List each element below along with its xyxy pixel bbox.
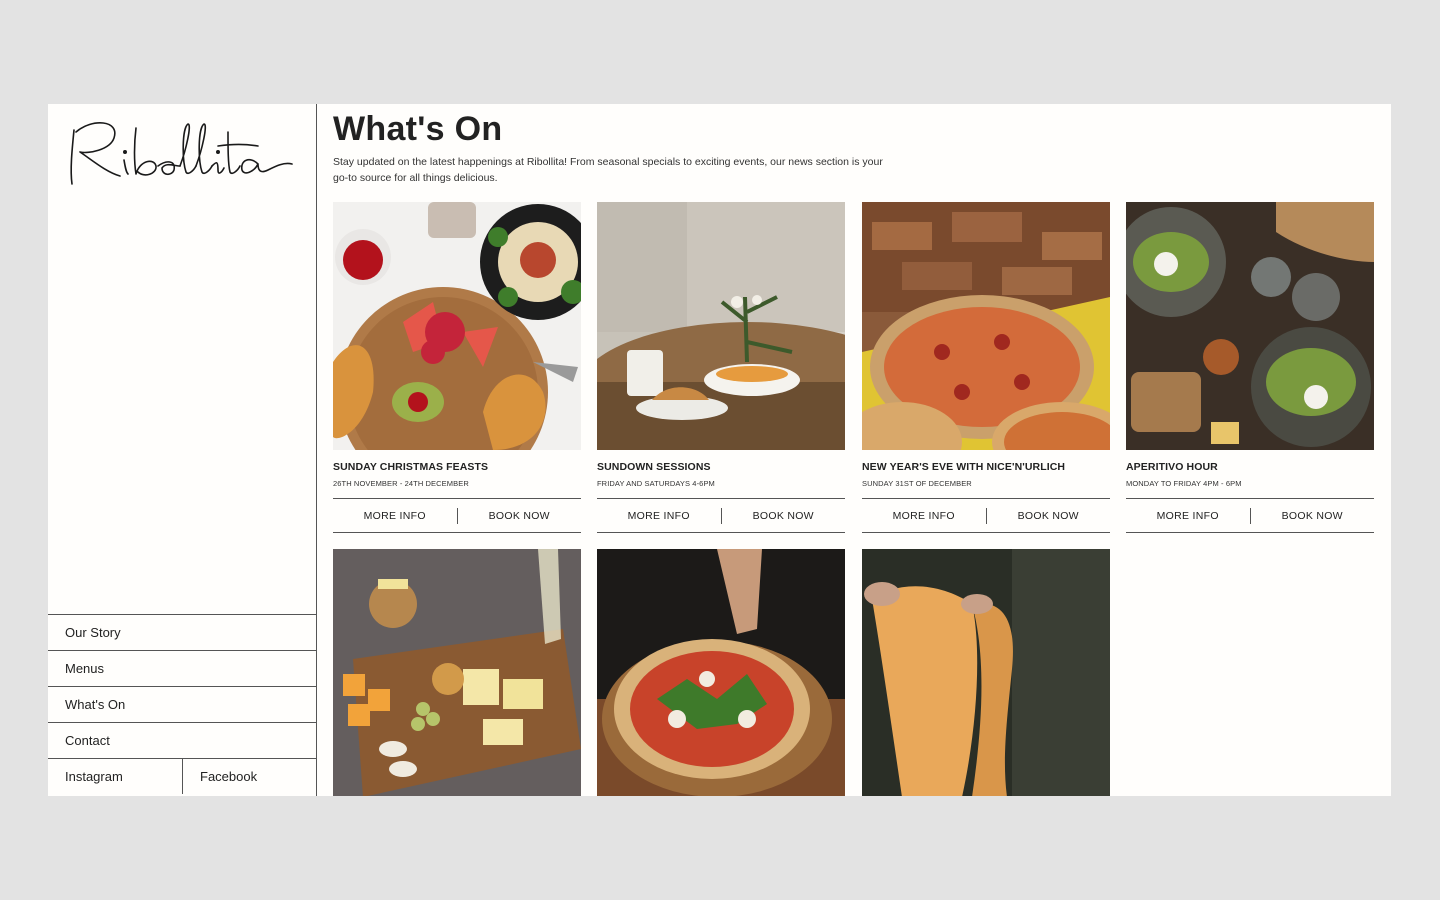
event-image-breakfast[interactable] [333, 202, 581, 450]
page-title: What's On [333, 110, 503, 148]
main-content: What's On Stay updated on the latest hap… [333, 104, 1383, 796]
sidebar: Our Story Menus What's On Contact Instag… [48, 104, 317, 796]
gallery-image-cheese[interactable] [333, 549, 581, 796]
social-links: Instagram Facebook [48, 758, 316, 794]
event-date: 26TH NOVEMBER - 24TH DECEMBER [333, 479, 469, 488]
event-card: NEW YEAR'S EVE WITH NICE'N'URLICH SUNDAY… [862, 202, 1110, 533]
gallery-card [333, 549, 581, 796]
nav-item-contact[interactable]: Contact [48, 722, 316, 758]
event-actions: MORE INFO BOOK NOW [597, 498, 845, 533]
event-title: APERITIVO HOUR [1126, 461, 1218, 473]
event-image-aperitivo[interactable] [1126, 202, 1374, 450]
event-date: SUNDAY 31ST OF DECEMBER [862, 479, 972, 488]
event-title: SUNDAY CHRISTMAS FEASTS [333, 461, 489, 473]
more-info-button[interactable]: MORE INFO [1126, 510, 1250, 522]
event-image-new-years[interactable] [862, 202, 1110, 450]
cheese-board-image [333, 549, 581, 796]
gallery-card [597, 549, 845, 796]
event-date: MONDAY TO FRIDAY 4PM - 6PM [1126, 479, 1242, 488]
event-card: SUNDAY CHRISTMAS FEASTS 26TH NOVEMBER - … [333, 202, 581, 533]
gallery-card [862, 549, 1110, 796]
nav-item-whats-on[interactable]: What's On [48, 686, 316, 722]
instagram-link[interactable]: Instagram [48, 759, 182, 794]
pizzas-image [862, 202, 1110, 450]
book-now-button[interactable]: BOOK NOW [1251, 510, 1375, 522]
table-croissant-image [597, 202, 845, 450]
event-actions: MORE INFO BOOK NOW [333, 498, 581, 533]
pizza-arugula-image [597, 549, 845, 796]
event-date: FRIDAY AND SATURDAYS 4-6PM [597, 479, 715, 488]
event-title: SUNDOWN SESSIONS [597, 461, 711, 473]
event-actions: MORE INFO BOOK NOW [1126, 498, 1374, 533]
book-now-button[interactable]: BOOK NOW [722, 510, 846, 522]
site-frame: Our Story Menus What's On Contact Instag… [48, 104, 1391, 796]
breakfast-spread-image [333, 202, 581, 450]
avocado-toast-image [1126, 202, 1374, 450]
nav-item-our-story[interactable]: Our Story [48, 614, 316, 650]
page-intro: Stay updated on the latest happenings at… [333, 156, 883, 184]
gallery-image-pizza[interactable] [597, 549, 845, 796]
nav-item-menus[interactable]: Menus [48, 650, 316, 686]
book-now-button[interactable]: BOOK NOW [458, 510, 582, 522]
facebook-link[interactable]: Facebook [182, 759, 316, 794]
event-actions: MORE INFO BOOK NOW [862, 498, 1110, 533]
main-nav: Our Story Menus What's On Contact Instag… [48, 614, 316, 794]
event-image-sundown[interactable] [597, 202, 845, 450]
book-now-button[interactable]: BOOK NOW [987, 510, 1111, 522]
more-info-button[interactable]: MORE INFO [862, 510, 986, 522]
event-card: SUNDOWN SESSIONS FRIDAY AND SATURDAYS 4-… [597, 202, 845, 533]
more-info-button[interactable]: MORE INFO [597, 510, 721, 522]
brand-logo[interactable] [62, 110, 302, 194]
logo-script [70, 122, 293, 185]
gallery-image-pasta[interactable] [862, 549, 1110, 796]
event-card: APERITIVO HOUR MONDAY TO FRIDAY 4PM - 6P… [1126, 202, 1374, 533]
more-info-button[interactable]: MORE INFO [333, 510, 457, 522]
event-title: NEW YEAR'S EVE WITH NICE'N'URLICH [862, 461, 1066, 473]
fresh-pasta-image [862, 549, 1110, 796]
